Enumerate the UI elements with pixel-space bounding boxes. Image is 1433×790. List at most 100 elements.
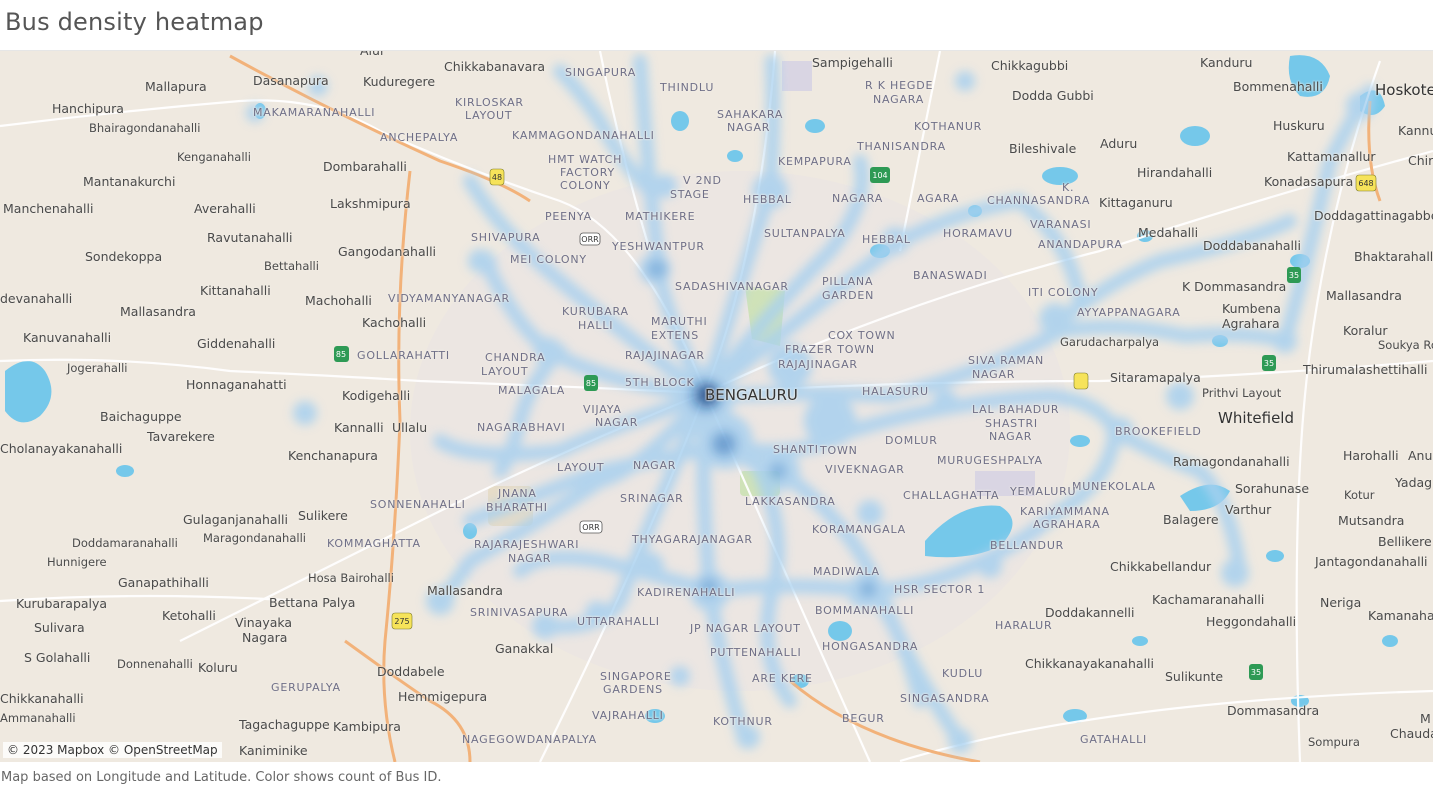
place-label: Konadasapura [1264, 174, 1354, 189]
place-label: Mallapura [145, 79, 207, 94]
place-label: Kamanahal [1368, 608, 1433, 623]
place-label: Kanduru [1200, 55, 1253, 70]
place-label: Mantanakurchi [83, 174, 176, 189]
place-label: Agrahara [1222, 316, 1280, 331]
place-label: Kachamaranahalli [1152, 592, 1265, 607]
svg-text:648: 648 [1358, 179, 1373, 188]
place-label: SHANTI [773, 443, 819, 456]
place-label: STAGE [670, 188, 710, 201]
svg-text:35: 35 [1251, 668, 1261, 677]
place-label: VIVEKNAGAR [825, 463, 905, 476]
place-label: NAGARA [832, 192, 884, 205]
place-label: Hanchipura [52, 101, 124, 116]
place-label: UTTARAHALLI [577, 615, 660, 628]
place-label: Sompura [1308, 735, 1360, 749]
place-label: Ullalu [392, 420, 428, 435]
place-label: Kattamanallur [1287, 149, 1376, 164]
place-label: Whitefield [1218, 409, 1294, 427]
place-label: Ketohalli [162, 608, 216, 623]
place-label: CHANDRA [485, 351, 546, 364]
place-label: HEBBAL [743, 193, 792, 206]
place-label: NAGAR [595, 416, 639, 429]
place-label: R K HEGDE [865, 79, 934, 92]
place-label: Manchenahalli [3, 201, 94, 216]
svg-text:104: 104 [872, 171, 887, 180]
place-label: Baichaguppe [100, 409, 182, 424]
place-label: Kenganahalli [177, 150, 251, 164]
place-label: Ganapathihalli [118, 575, 209, 590]
place-label: Yadag [1395, 475, 1433, 490]
svg-text:85: 85 [336, 350, 346, 359]
place-label: LAYOUT [557, 461, 605, 474]
place-label: SIVA RAMAN [968, 354, 1045, 367]
place-label: RAJAJINAGAR [625, 349, 705, 362]
place-label: SINGAPURA [565, 66, 637, 79]
place-label: HONGASANDRA [822, 640, 919, 653]
place-label: Kenchanapura [288, 448, 378, 463]
place-label: Koralur [1343, 323, 1388, 338]
place-label: Sulikunte [1165, 669, 1224, 684]
place-label: Kanuvanahalli [23, 330, 112, 345]
place-label: Cholanayakanahalli [0, 441, 123, 456]
place-label: KAMMAGONDANAHALLI [512, 129, 655, 142]
map-view[interactable]: 48 104 648 85 ORR ORR 275 35 35 85 35 Al… [0, 50, 1433, 762]
map-caption: Map based on Longitude and Latitude. Col… [1, 770, 442, 785]
place-label: VIDYAMANYANAGAR [388, 292, 510, 305]
place-label: TOWN [820, 444, 858, 457]
place-label: Chikkagubbi [991, 58, 1069, 73]
place-label: Dombarahalli [323, 159, 407, 174]
place-label: Bileshivale [1009, 141, 1077, 156]
place-label: Nagara [242, 630, 288, 645]
place-label: SINGAPORE [600, 670, 672, 683]
place-label: Kaniminike [239, 743, 308, 758]
place-label: Hoskote [1375, 81, 1433, 99]
place-label: VIJAYA [583, 403, 622, 416]
place-label: Kannu [1398, 123, 1433, 138]
place-label: FACTORY [560, 166, 615, 179]
place-label: Hunnigere [47, 555, 107, 569]
place-label: Mutsandra [1338, 513, 1405, 528]
place-label: THYAGARAJANAGAR [632, 533, 753, 546]
place-label: Chikkanahalli [0, 691, 84, 706]
place-label: HMT WATCH [548, 153, 623, 166]
place-label: Sulikere [298, 508, 348, 523]
place-label: MEI COLONY [510, 253, 587, 266]
place-label: Sampigehalli [812, 55, 893, 70]
place-label: KADIRENAHALLI [637, 586, 736, 599]
place-label: Bhairagondanahalli [89, 121, 201, 135]
place-label: THANISANDRA [857, 140, 946, 153]
place-label: 5TH BLOCK [625, 376, 695, 389]
page-title: Bus density heatmap [5, 8, 264, 36]
shield-ORR2-icon: ORR [579, 520, 603, 534]
place-label: Ramagondanahalli [1173, 454, 1290, 469]
place-label: Sitaramapalya [1110, 370, 1201, 385]
place-label: YESHWANTPUR [612, 240, 705, 253]
svg-text:ORR: ORR [581, 235, 599, 244]
place-label: KIRLOSKAR [455, 96, 524, 109]
place-label: AYYAPPANAGARA [1077, 306, 1181, 319]
place-label: Kachohalli [362, 315, 427, 330]
place-label: Sulivara [34, 620, 85, 635]
place-label: NAGAR [508, 552, 552, 565]
place-label: CHALLAGHATTA [903, 489, 1000, 502]
place-label: FRAZER TOWN [785, 343, 875, 356]
place-label: Chikkabellandur [1110, 559, 1212, 574]
place-label: JNANA [498, 487, 537, 500]
place-label: HALLI [578, 319, 614, 332]
place-label: COLONY [560, 179, 611, 192]
place-label: THINDLU [660, 81, 715, 94]
place-label: LAYOUT [481, 365, 529, 378]
place-label: KARIYAMMANA [1020, 505, 1110, 518]
place-label: MURUGESHPALYA [937, 454, 1043, 467]
place-label: SULTANPALYA [764, 227, 846, 240]
place-label: VAJRAHALLI [592, 709, 664, 722]
place-label: M [1420, 711, 1431, 726]
place-label: NAGAR [972, 368, 1016, 381]
place-label: NAGAR [727, 121, 771, 134]
place-label: HSR SECTOR 1 [894, 583, 986, 596]
place-label: SHASTRI [985, 417, 1038, 430]
place-label: BEGUR [842, 712, 885, 725]
place-label: Kumbena [1222, 301, 1281, 316]
place-label: Koluru [198, 660, 238, 675]
map-attribution[interactable]: © 2023 Mapbox © OpenStreetMap [3, 742, 222, 758]
